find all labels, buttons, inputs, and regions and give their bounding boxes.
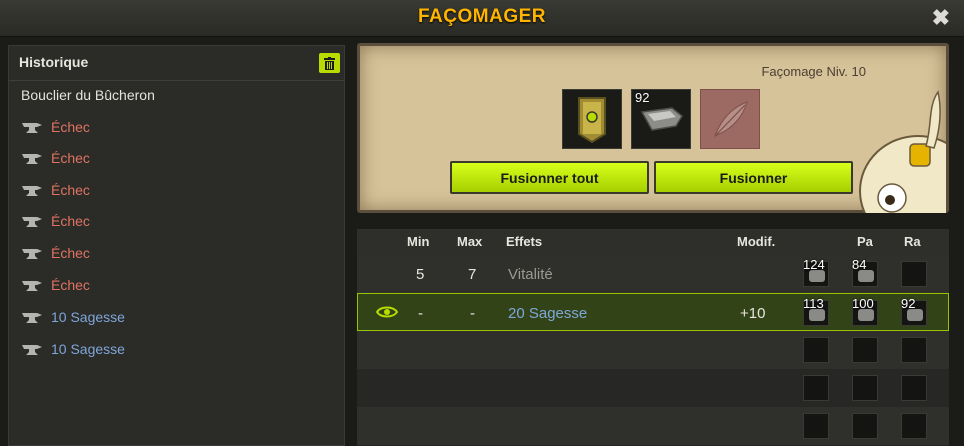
effects-table: Min Max Effets Modif. Pa Ra 5 7 Vitalité… [357, 229, 949, 446]
rune-ra-slot[interactable] [901, 261, 927, 287]
table-row-empty [357, 407, 949, 445]
history-entry: Échec [21, 242, 90, 264]
anvil-icon [21, 120, 43, 134]
table-row[interactable]: 5 7 Vitalité 124 84 [357, 255, 949, 293]
history-entry: 10 Sagesse [21, 338, 125, 360]
history-entry-label: Échec [51, 277, 90, 293]
rune-slot[interactable]: 92 [631, 89, 691, 149]
rune-pa-slot[interactable] [852, 375, 878, 401]
cell-min: - [418, 305, 423, 322]
rune-ra-slot[interactable] [901, 337, 927, 363]
rune-pa-slot[interactable]: 100 [852, 296, 878, 326]
history-entry-label: Échec [51, 182, 90, 198]
header-pa: Pa [857, 234, 873, 249]
forge-panel: Façomage Niv. 10 92 Fusionner tout Fusio… [357, 43, 949, 213]
header-min: Min [407, 234, 430, 249]
rune-ba-slot[interactable] [803, 375, 829, 401]
rune-ra-slot[interactable]: 92 [901, 296, 927, 326]
trash-icon[interactable] [319, 53, 340, 73]
item-slot[interactable] [562, 89, 622, 149]
history-entry: 10 Sagesse [21, 306, 125, 328]
rune-slot-count: 92 [635, 90, 650, 105]
history-entry: Échec [21, 179, 90, 201]
history-entry: Échec [21, 147, 90, 169]
history-entry-label: Échec [51, 119, 90, 135]
anvil-icon [21, 310, 43, 324]
header-ra: Ra [904, 234, 921, 249]
history-item-name: Bouclier du Bûcheron [21, 87, 155, 103]
shield-icon [578, 97, 606, 144]
anvil-icon [21, 214, 43, 228]
feather-slot[interactable] [700, 89, 760, 149]
cell-effect: Vitalité [508, 266, 553, 283]
anvil-icon [21, 278, 43, 292]
rune-count: 113 [803, 296, 824, 311]
fuse-button[interactable]: Fusionner [654, 161, 853, 194]
rune-ba-slot[interactable] [803, 413, 829, 439]
history-header: Historique [9, 46, 344, 81]
history-entry-label: Échec [51, 150, 90, 166]
table-row-selected[interactable]: - - 20 Sagesse +10 113 100 92 [357, 293, 949, 331]
table-header: Min Max Effets Modif. Pa Ra [357, 229, 949, 255]
rune-count: 124 [803, 257, 825, 272]
cell-effect: 20 Sagesse [508, 305, 588, 322]
cell-max: 7 [468, 266, 477, 283]
mascot-illustration [856, 86, 946, 213]
window-title: FAÇOMAGER [418, 6, 546, 27]
history-entry: Échec [21, 210, 90, 232]
rune-pa-slot[interactable]: 84 [852, 257, 878, 287]
feather-icon [714, 101, 748, 138]
history-entry-label: 10 Sagesse [51, 309, 125, 325]
rune-pa-slot[interactable] [852, 337, 878, 363]
anvil-icon [21, 151, 43, 165]
fuse-all-button[interactable]: Fusionner tout [450, 161, 649, 194]
rune-pa-slot[interactable] [852, 413, 878, 439]
cell-min: 5 [416, 266, 425, 283]
cell-modif: +10 [740, 305, 766, 322]
history-entry: Échec [21, 116, 90, 138]
header-effects: Effets [506, 234, 543, 249]
anvil-icon [21, 246, 43, 260]
table-row-empty [357, 331, 949, 369]
rune-ba-slot[interactable]: 124 [803, 257, 829, 287]
header-modif: Modif. [737, 234, 776, 249]
anvil-icon [21, 342, 43, 356]
close-icon[interactable]: ✖ [932, 5, 950, 31]
header-max: Max [457, 234, 483, 249]
rune-count: 84 [852, 257, 867, 272]
rune-ba-slot[interactable]: 113 [803, 296, 829, 326]
rune-count: 92 [901, 296, 916, 311]
forge-level-label: Façomage Niv. 10 [761, 64, 866, 79]
history-entry: Échec [21, 274, 90, 296]
table-row-empty [357, 369, 949, 407]
anvil-icon [21, 183, 43, 197]
cell-max: - [470, 305, 475, 322]
rune-ra-slot[interactable] [901, 413, 927, 439]
eye-icon[interactable] [375, 304, 399, 320]
rune-ba-slot[interactable] [803, 337, 829, 363]
history-entry-label: Échec [51, 213, 90, 229]
history-title: Historique [19, 54, 89, 70]
rune-ra-slot[interactable] [901, 375, 927, 401]
rune-count: 100 [852, 296, 874, 311]
history-entry-label: 10 Sagesse [51, 341, 125, 357]
window-title-bar: FAÇOMAGER ✖ [0, 0, 964, 37]
history-entry-label: Échec [51, 245, 90, 261]
history-panel: Historique Bouclier du Bûcheron Échec Éc… [8, 45, 345, 446]
